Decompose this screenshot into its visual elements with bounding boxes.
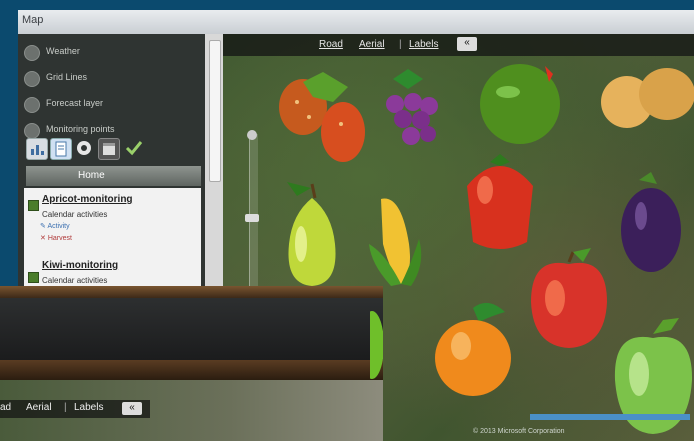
road-button[interactable]: Road — [319, 39, 343, 50]
grapes-marker-icon[interactable] — [373, 64, 443, 159]
project-title[interactable]: Kiwi-monitoring — [42, 260, 118, 271]
layer-label: Grid Lines — [46, 72, 88, 82]
activity-entry[interactable]: ✎ Activity — [40, 222, 70, 230]
tab-home[interactable]: Home — [26, 166, 201, 186]
layer-label: Weather — [46, 46, 80, 56]
layer-label: Forecast layer — [46, 98, 104, 108]
potato-marker-icon[interactable] — [599, 62, 694, 137]
peach-marker-icon[interactable] — [433, 298, 523, 398]
checkmark-icon[interactable] — [124, 138, 144, 158]
pear-marker-icon[interactable] — [267, 174, 357, 294]
layer-toggle[interactable] — [24, 71, 40, 87]
panel-header — [0, 298, 383, 360]
lime-marker-icon[interactable] — [473, 54, 568, 149]
road-button[interactable]: ad — [0, 402, 11, 413]
sidebar-toolbar — [26, 138, 196, 162]
green-pepper-marker-icon[interactable] — [370, 310, 383, 380]
layer-item-grid-lines[interactable]: Grid Lines — [24, 68, 202, 90]
aerial-button[interactable]: Aerial — [26, 402, 52, 413]
collapse-button[interactable]: « — [457, 37, 477, 51]
layer-toggle[interactable] — [24, 97, 40, 113]
project-subtitle: Calendar activities — [42, 276, 108, 285]
tab-home-label: Home — [78, 170, 105, 181]
apple-marker-icon[interactable] — [521, 242, 616, 354]
strawberry-marker-icon[interactable] — [263, 62, 373, 172]
map-toolbar: Road Aerial | Labels « — [223, 34, 694, 56]
map-credits: © 2013 Microsoft Corporation — [473, 428, 565, 435]
layer-toggle[interactable] — [24, 123, 40, 139]
labels-button[interactable]: Labels — [409, 39, 438, 50]
window-titlebar[interactable]: Map — [18, 10, 694, 35]
project-title[interactable]: Apricot-monitoring — [42, 194, 133, 205]
layer-toggle[interactable] — [24, 45, 40, 61]
layer-label: Monitoring points — [46, 124, 115, 134]
labels-button[interactable]: Labels — [74, 402, 103, 413]
chart-icon[interactable] — [26, 138, 48, 160]
calendar-icon[interactable] — [98, 138, 120, 160]
panel-titlebar[interactable] — [0, 286, 383, 298]
project-checkbox[interactable] — [28, 272, 39, 283]
corn-marker-icon[interactable] — [361, 184, 441, 294]
secondary-map-panel: ad Aerial | Labels « — [0, 286, 383, 441]
activity-entry[interactable]: ✕ Harvest — [40, 234, 72, 242]
zoom-in-icon[interactable] — [247, 130, 257, 140]
document-icon[interactable] — [50, 138, 72, 160]
activity-label: Harvest — [47, 235, 72, 242]
plum-marker-icon[interactable] — [613, 170, 688, 285]
zoom-slider-knob[interactable] — [245, 214, 259, 222]
layer-item-forecast[interactable]: Forecast layer — [24, 94, 202, 116]
window-title: Map — [22, 14, 44, 26]
aerial-button[interactable]: Aerial — [359, 39, 385, 50]
project-subtitle: Calendar activities — [42, 210, 108, 219]
project-checkbox[interactable] — [28, 200, 39, 211]
panel-divider — [0, 360, 383, 380]
panel-map-toolbar: ad Aerial | Labels « — [0, 400, 150, 418]
activity-label: Activity — [47, 223, 70, 230]
scrollbar-thumb[interactable] — [209, 40, 221, 182]
separator: | — [399, 39, 402, 50]
scale-bar — [530, 414, 690, 420]
gear-icon[interactable] — [74, 138, 94, 158]
separator: | — [64, 402, 67, 413]
green-apple-marker-icon[interactable] — [613, 314, 694, 441]
project-list: Apricot-monitoring Calendar activities ✎… — [24, 188, 201, 294]
tomato-marker-icon[interactable] — [455, 146, 545, 254]
layer-item-weather[interactable]: Weather — [24, 42, 202, 64]
collapse-button[interactable]: « — [122, 402, 142, 415]
